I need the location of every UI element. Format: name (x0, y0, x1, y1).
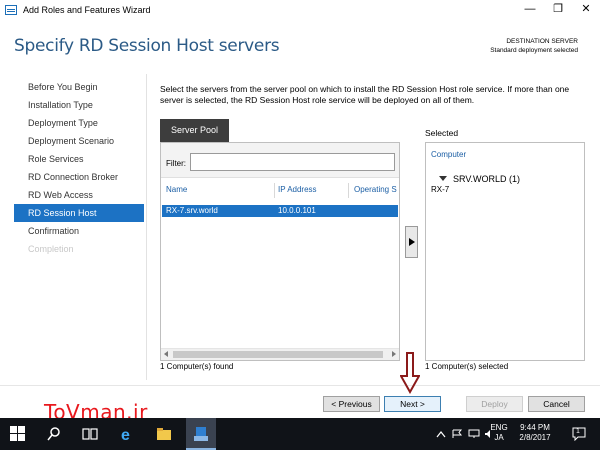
nav-item-rd-session-host[interactable]: RD Session Host (14, 204, 144, 222)
server-pool-panel: Filter: Name IP Address Operating S RX-7… (160, 142, 400, 361)
wizard-app-icon (5, 4, 17, 15)
filter-input[interactable] (190, 153, 395, 171)
column-header-operating-system[interactable]: Operating S (354, 185, 397, 194)
nav-item-rd-connection-broker[interactable]: RD Connection Broker (14, 168, 144, 186)
column-header-name[interactable]: Name (166, 185, 187, 194)
selected-label: Selected (425, 128, 459, 138)
server-ip-cell: 10.0.0.101 (278, 206, 316, 215)
chevron-up-icon[interactable] (436, 430, 446, 438)
footer-divider (0, 385, 600, 386)
previous-button[interactable]: < Previous (323, 396, 380, 412)
nav-item-installation-type[interactable]: Installation Type (14, 96, 144, 114)
add-to-selected-button[interactable] (405, 226, 418, 258)
computers-found-text: 1 Computer(s) found (160, 362, 234, 371)
close-button[interactable]: ✕ (572, 0, 600, 19)
server-pool-column-headers: Name IP Address Operating S (161, 180, 399, 199)
nav-divider (146, 74, 147, 380)
nav-item-confirmation[interactable]: Confirmation (14, 222, 144, 240)
filter-label: Filter: (166, 159, 186, 168)
selected-domain-group-label: SRV.WORLD (1) (453, 174, 521, 184)
computers-selected-text: 1 Computer(s) selected (425, 362, 509, 371)
nav-item-before-you-begin[interactable]: Before You Begin (14, 78, 144, 96)
svg-text:e: e (121, 427, 130, 442)
task-view-icon[interactable] (82, 426, 98, 442)
input-language[interactable]: ENG JA (488, 423, 510, 443)
scroll-left-icon[interactable] (164, 351, 168, 357)
search-icon[interactable] (46, 426, 62, 442)
clock-date: 2/8/2017 (519, 433, 551, 442)
column-header-ip-address[interactable]: IP Address (278, 185, 317, 194)
annotation-arrow-icon (400, 352, 420, 394)
nav-item-deployment-scenario[interactable]: Deployment Scenario (14, 132, 144, 150)
nav-item-rd-web-access[interactable]: RD Web Access (14, 186, 144, 204)
maximize-button[interactable]: ❐ (544, 0, 572, 19)
destination-server-value: Standard deployment selected (490, 47, 578, 54)
tab-server-pool[interactable]: Server Pool (160, 119, 229, 142)
horizontal-scrollbar[interactable] (161, 348, 399, 360)
scroll-right-icon[interactable] (392, 351, 396, 357)
column-separator[interactable] (274, 183, 275, 198)
taskbar: e ENG JA 9:44 PM 2/8/2017 1 (0, 418, 600, 450)
notifications-icon[interactable]: 1 (572, 427, 586, 441)
column-separator[interactable] (348, 183, 349, 198)
filter-row: Filter: (161, 143, 399, 178)
selected-domain-group[interactable]: SRV.WORLD (1) (439, 174, 520, 184)
nav-item-role-services[interactable]: Role Services (14, 150, 144, 168)
title-bar: Add Roles and Features Wizard — ❐ ✕ (0, 0, 600, 19)
clock[interactable]: 9:44 PM 2/8/2017 (512, 423, 558, 443)
nav-item-completion: Completion (28, 244, 74, 254)
page-title: Specify RD Session Host servers (14, 36, 280, 56)
wizard-header: Specify RD Session Host servers DESTINAT… (0, 19, 600, 71)
nav-item-deployment-type[interactable]: Deployment Type (14, 114, 144, 132)
input-language-top: ENG (490, 423, 508, 432)
input-language-bottom: JA (494, 433, 504, 442)
table-row[interactable]: RX-7.srv.world 10.0.0.101 (162, 205, 398, 217)
wizard-steps-nav: Before You Begin Installation Type Deplo… (14, 78, 144, 258)
internet-explorer-icon[interactable]: e (120, 426, 136, 442)
destination-server-info: DESTINATION SERVER Standard deployment s… (490, 37, 578, 55)
network-icon[interactable] (468, 429, 480, 439)
cancel-button[interactable]: Cancel (528, 396, 585, 412)
deploy-button: Deploy (466, 396, 523, 412)
destination-server-label: DESTINATION SERVER (506, 38, 578, 45)
notification-count: 1 (576, 428, 580, 435)
selected-column-header-computer[interactable]: Computer (431, 150, 466, 159)
scrollbar-thumb[interactable] (173, 351, 383, 358)
collapse-triangle-icon[interactable] (439, 176, 447, 181)
selected-computers-panel: Computer SRV.WORLD (1) RX-7 (425, 142, 585, 361)
action-center-flag-icon[interactable] (452, 429, 464, 439)
next-button[interactable]: Next > (384, 396, 441, 412)
window-controls: — ❐ ✕ (516, 0, 600, 19)
server-name-cell: RX-7.srv.world (166, 206, 218, 215)
file-explorer-icon[interactable] (156, 426, 172, 442)
clock-time: 9:44 PM (520, 423, 550, 432)
taskbar-active-app[interactable] (186, 418, 216, 450)
server-manager-icon (194, 427, 208, 441)
minimize-button[interactable]: — (516, 0, 544, 19)
windows-start-icon[interactable] (10, 426, 26, 442)
window-title: Add Roles and Features Wizard (23, 4, 151, 15)
list-item[interactable]: RX-7 (431, 185, 449, 194)
instructions-text: Select the servers from the server pool … (160, 84, 570, 105)
